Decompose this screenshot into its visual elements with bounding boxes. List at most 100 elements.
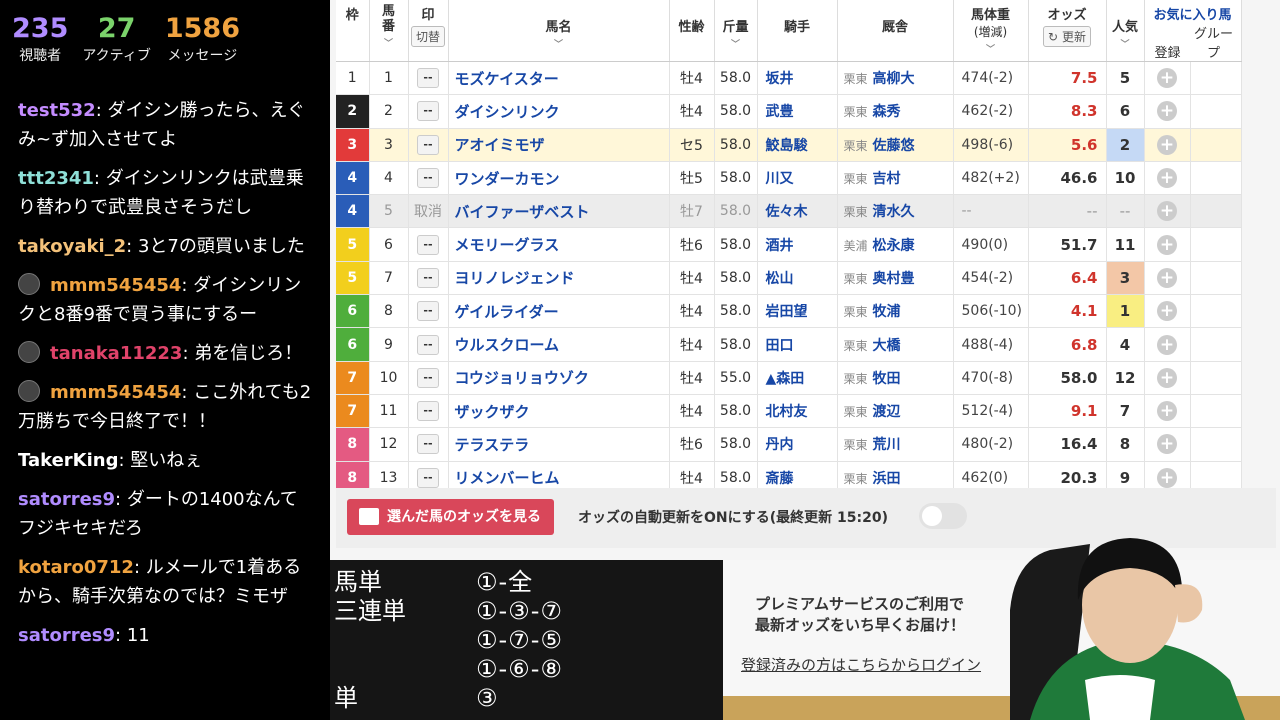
add-favorite-icon[interactable]: +: [1157, 401, 1177, 422]
chat-username[interactable]: takoyaki_2: [18, 236, 126, 257]
table-row[interactable]: 4 5 取消 バイファーザベスト 牡7 58.0 佐々木 栗東 清水久 -- -- -- +: [336, 194, 1242, 229]
horse-name-link[interactable]: モズケイスター: [448, 61, 670, 96]
trainer-link[interactable]: 吉村: [873, 171, 901, 187]
col-kinryo[interactable]: 斤量 ﹀: [714, 0, 758, 62]
add-favorite-icon[interactable]: +: [1157, 434, 1177, 455]
login-link[interactable]: 登録済みの方はこちらからログイン: [741, 654, 981, 675]
add-favorite-icon[interactable]: +: [1157, 301, 1177, 322]
add-favorite-icon[interactable]: +: [1157, 334, 1177, 355]
horse-name-link[interactable]: テラステラ: [448, 427, 670, 462]
mark-select-button[interactable]: --: [417, 334, 439, 355]
horse-name-link[interactable]: ダイシンリンク: [448, 94, 670, 129]
table-row[interactable]: 8 12 -- テラステラ 牡6 58.0 丹内 栗東 荒川 480(-2) 16.4 8 +: [336, 427, 1242, 462]
popularity-cell: --: [1106, 194, 1145, 229]
horse-name-link[interactable]: メモリーグラス: [448, 227, 670, 262]
table-row[interactable]: 3 3 -- アオイミモザ セ5 58.0 鮫島駿 栗東 佐藤悠 498(-6) 5.6 2 +: [336, 128, 1242, 162]
add-favorite-icon[interactable]: +: [1157, 168, 1177, 189]
table-row[interactable]: 6 8 -- ゲイルライダー 牡4 58.0 岩田望 栗東 牧浦 506(-10) 4.1 1 +: [336, 294, 1242, 329]
trainer-link[interactable]: 松永康: [873, 238, 915, 254]
trainer-link[interactable]: 森秀: [873, 104, 901, 120]
view-selected-odds-button[interactable]: 選んだ馬のオッズを見る: [347, 499, 554, 535]
trainer-link[interactable]: 渡辺: [873, 404, 901, 420]
col-pop[interactable]: 人気 ﹀: [1106, 0, 1145, 62]
trainer-link[interactable]: 奥村豊: [873, 271, 915, 287]
add-favorite-icon[interactable]: +: [1157, 134, 1177, 155]
table-row[interactable]: 5 7 -- ヨリノレジェンド 牡4 58.0 松山 栗東 奥村豊 454(-2) 6.4 3 +: [336, 261, 1242, 296]
horse-name-link[interactable]: ワンダーカモン: [448, 161, 670, 196]
table-row[interactable]: 7 11 -- ザックザク 牡4 58.0 北村友 栗東 渡辺 512(-4) 9.1 7 +: [336, 394, 1242, 429]
jockey-link[interactable]: 岩田望: [757, 294, 838, 329]
chat-username[interactable]: tanaka11223: [50, 343, 182, 364]
col-name[interactable]: 馬名 ﹀: [448, 0, 670, 62]
chat-username[interactable]: mmm545454: [50, 275, 181, 296]
trainer-link[interactable]: 牧田: [873, 371, 901, 387]
favorite-group-cell: [1190, 327, 1242, 362]
jockey-link[interactable]: ▲森田: [757, 361, 838, 395]
col-favorites: お気に入り馬 登録グループ: [1144, 0, 1242, 62]
mark-select-button[interactable]: --: [417, 267, 439, 288]
table-row[interactable]: 1 1 -- モズケイスター 牡4 58.0 坂井 栗東 高柳大 474(-2) 7.5 5 +: [336, 61, 1242, 96]
horse-name-link[interactable]: ウルスクローム: [448, 327, 670, 362]
table-row[interactable]: 7 10 -- コウジョリョウゾク 牡4 55.0 ▲森田 栗東 牧田 470(-8) 58.0 12…: [336, 361, 1242, 395]
trainer-link[interactable]: 浜田: [873, 471, 901, 487]
mark-select-button[interactable]: --: [417, 401, 439, 422]
chat-username[interactable]: ttt2341: [18, 168, 94, 189]
mark-select-button[interactable]: --: [417, 367, 439, 388]
table-row[interactable]: 5 6 -- メモリーグラス 牡6 58.0 酒井 美浦 松永康 490(0) 51.7 11 +: [336, 227, 1242, 262]
jockey-link[interactable]: 坂井: [757, 61, 838, 96]
add-favorite-icon[interactable]: +: [1157, 267, 1177, 288]
add-favorite-icon[interactable]: +: [1157, 234, 1177, 255]
chat-username[interactable]: satorres9: [18, 489, 115, 510]
add-favorite-icon[interactable]: +: [1157, 68, 1177, 89]
jockey-link[interactable]: 酒井: [757, 227, 838, 262]
add-favorite-icon[interactable]: +: [1157, 201, 1177, 222]
jockey-link[interactable]: 武豊: [757, 94, 838, 129]
horse-name-link[interactable]: バイファーザベスト: [448, 194, 670, 229]
trainer-link[interactable]: 荒川: [873, 437, 901, 453]
jockey-link[interactable]: 川又: [757, 161, 838, 196]
jockey-link[interactable]: 鮫島駿: [757, 128, 838, 162]
trainer-link[interactable]: 牧浦: [873, 304, 901, 320]
trainer-link[interactable]: 清水久: [873, 204, 915, 220]
horse-name-link[interactable]: アオイミモザ: [448, 128, 670, 162]
mark-select-button[interactable]: --: [417, 234, 439, 255]
add-favorite-icon[interactable]: +: [1157, 367, 1177, 388]
mark-select-button[interactable]: --: [417, 68, 439, 89]
odds-refresh-button[interactable]: ↻ 更新: [1043, 26, 1091, 47]
chat-username[interactable]: TakerKing: [18, 450, 119, 471]
table-row[interactable]: 4 4 -- ワンダーカモン 牡5 58.0 川又 栗東 吉村 482(+2) 46.6 10 +: [336, 161, 1242, 196]
chat-text: 堅いねぇ: [130, 450, 203, 471]
col-umaban[interactable]: 馬番 ﹀: [369, 0, 409, 62]
horse-name-link[interactable]: ヨリノレジェンド: [448, 261, 670, 296]
trainer-link[interactable]: 佐藤悠: [873, 138, 915, 154]
mark-select-button[interactable]: --: [417, 301, 439, 322]
col-weight[interactable]: 馬体重 (増減) ﹀: [953, 0, 1029, 62]
mark-select-button[interactable]: --: [417, 434, 439, 455]
chat-username[interactable]: mmm545454: [50, 382, 181, 403]
jockey-link[interactable]: 北村友: [757, 394, 838, 429]
mark-select-button[interactable]: --: [417, 134, 439, 155]
table-row[interactable]: 6 9 -- ウルスクローム 牡4 58.0 田口 栗東 大橋 488(-4) 6.8 4 +: [336, 327, 1242, 362]
jockey-link[interactable]: 丹内: [757, 427, 838, 462]
trainer-link[interactable]: 高柳大: [873, 71, 915, 87]
mark-select-button[interactable]: --: [417, 168, 439, 189]
add-favorite-icon[interactable]: +: [1157, 101, 1177, 122]
jockey-link[interactable]: 田口: [757, 327, 838, 362]
table-row[interactable]: 2 2 -- ダイシンリンク 牡4 58.0 武豊 栗東 森秀 462(-2) 8.3 6 +: [336, 94, 1242, 129]
chat-username[interactable]: test532: [18, 100, 96, 121]
jockey-link[interactable]: 松山: [757, 261, 838, 296]
horse-name-link[interactable]: ゲイルライダー: [448, 294, 670, 329]
jockey-link[interactable]: 佐々木: [757, 194, 838, 229]
chat-username[interactable]: kotaro0712: [18, 557, 134, 578]
chat-message: satorres9: ダートの1400なんてフジキセキだろ: [0, 485, 330, 543]
horse-name-link[interactable]: コウジョリョウゾク: [448, 361, 670, 395]
chat-username[interactable]: satorres9: [18, 625, 115, 646]
col-kinryo-label: 斤量: [722, 20, 749, 35]
add-favorite-icon[interactable]: +: [1157, 467, 1177, 488]
trainer-link[interactable]: 大橋: [873, 338, 901, 354]
horse-name-link[interactable]: ザックザク: [448, 394, 670, 429]
mark-select-button[interactable]: --: [417, 101, 439, 122]
mark-toggle-button[interactable]: 切替: [410, 26, 445, 47]
mark-select-button[interactable]: --: [417, 467, 439, 488]
auto-update-toggle[interactable]: [919, 503, 967, 529]
